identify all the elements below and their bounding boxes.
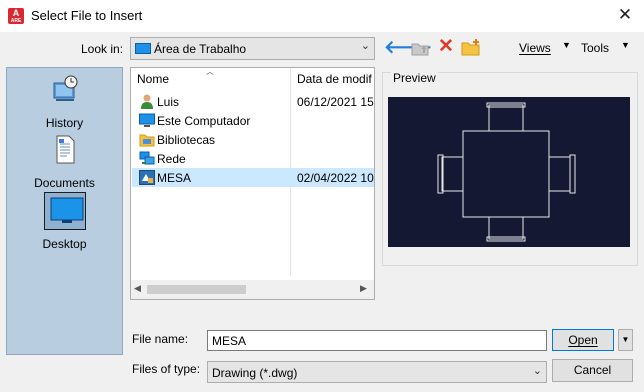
- place-label: Desktop: [42, 237, 87, 251]
- place-label: Documents: [34, 176, 95, 190]
- preview-label: Preview: [391, 71, 438, 85]
- file-type-label: Files of type:: [132, 362, 201, 376]
- places-bar: History Documents Desktop: [6, 67, 123, 355]
- file-list[interactable]: ︿ Nome Data de modif Luis 06/12/2021 15:…: [130, 67, 375, 300]
- dwg-file-icon: [139, 170, 155, 185]
- list-item-name: Bibliotecas: [157, 133, 216, 147]
- close-icon: ✕: [617, 5, 633, 24]
- history-icon: [53, 75, 77, 101]
- file-name-input[interactable]: [207, 330, 547, 351]
- chevron-down-icon: ⌄: [532, 365, 542, 377]
- cancel-label: Cancel: [573, 363, 612, 377]
- back-button[interactable]: 🡐: [384, 37, 432, 59]
- autocad-app-icon: A ARE: [8, 8, 24, 24]
- delete-button[interactable]: ✕: [435, 37, 457, 59]
- desktop-icon: [50, 197, 83, 223]
- look-in-dropdown[interactable]: Área de Trabalho ⌄: [130, 37, 375, 60]
- documents-icon: [56, 135, 74, 164]
- tools-dropdown-icon[interactable]: ▼: [621, 40, 630, 50]
- new-folder-icon: [461, 39, 480, 56]
- network-icon: [139, 151, 155, 165]
- scroll-right-icon[interactable]: ▶: [360, 283, 367, 294]
- open-options-dropdown[interactable]: ▼: [618, 329, 633, 351]
- sort-ascending-icon: ︿: [206, 67, 214, 76]
- list-item[interactable]: Bibliotecas: [132, 130, 374, 149]
- list-item[interactable]: Rede: [132, 149, 374, 168]
- window-title: Select File to Insert: [31, 8, 143, 23]
- up-folder-icon: [411, 43, 429, 56]
- column-header-name[interactable]: Nome: [137, 72, 169, 86]
- views-label: Views: [519, 41, 551, 55]
- drawing-preview: [388, 97, 630, 247]
- look-in-label: Look in:: [81, 42, 124, 56]
- user-folder-icon: [141, 94, 153, 109]
- list-item-name: Este Computador: [157, 114, 251, 128]
- file-type-dropdown[interactable]: Drawing (*.dwg) ⌄: [207, 361, 547, 383]
- open-button[interactable]: Open: [552, 329, 614, 351]
- list-item[interactable]: Este Computador: [132, 111, 374, 130]
- look-in-value: Área de Trabalho: [154, 42, 247, 56]
- list-item-selected[interactable]: MESA 02/04/2022 10:: [132, 168, 375, 187]
- list-item-name: Rede: [157, 152, 186, 166]
- up-one-level-button[interactable]: [409, 37, 431, 59]
- close-button[interactable]: ✕: [612, 4, 638, 28]
- list-item-name: Luis: [157, 95, 180, 109]
- desktop-folder-icon: [135, 43, 151, 54]
- table-drawing-thumbnail: [437, 102, 576, 242]
- list-item-name: MESA: [157, 171, 192, 185]
- libraries-icon: [139, 134, 155, 147]
- title-bar: A ARE Select File to Insert ✕: [0, 0, 644, 32]
- place-desktop[interactable]: Desktop: [7, 192, 122, 254]
- column-header-date[interactable]: Data de modif: [297, 72, 372, 86]
- chevron-down-icon: ⌄: [360, 40, 370, 52]
- views-dropdown-icon[interactable]: ▼: [562, 40, 571, 50]
- new-folder-button[interactable]: [460, 37, 482, 59]
- place-label: History: [45, 116, 84, 130]
- list-item[interactable]: Luis 06/12/2021 15:: [132, 92, 375, 111]
- computer-icon: [139, 113, 155, 127]
- place-history[interactable]: History: [7, 72, 122, 130]
- place-documents[interactable]: Documents: [7, 132, 122, 192]
- open-label: Open: [568, 333, 598, 347]
- file-type-value: Drawing (*.dwg): [212, 366, 298, 380]
- horizontal-scrollbar[interactable]: ◀ ▶: [131, 280, 374, 299]
- list-item-date: 06/12/2021 15:: [297, 95, 375, 109]
- list-item-date: 02/04/2022 10:: [297, 171, 375, 185]
- tools-menu-button[interactable]: Tools: [581, 41, 609, 55]
- file-name-label: File name:: [132, 332, 189, 346]
- scroll-left-icon[interactable]: ◀: [134, 283, 141, 294]
- scrollbar-thumb[interactable]: [147, 285, 246, 294]
- place-selected-frame: [44, 192, 86, 230]
- cancel-button[interactable]: Cancel: [552, 359, 633, 382]
- views-menu-button[interactable]: Views: [519, 41, 551, 55]
- delete-icon: ✕: [438, 36, 454, 57]
- tools-label: Tools: [581, 41, 610, 55]
